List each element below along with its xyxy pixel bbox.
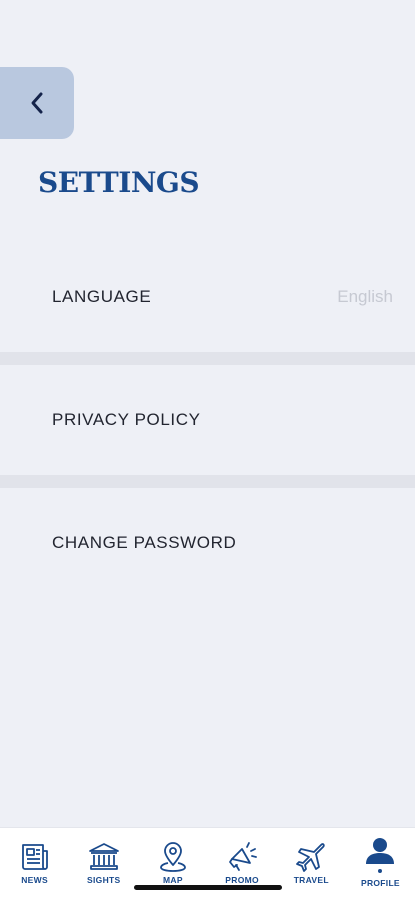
megaphone-icon xyxy=(225,840,259,874)
tab-promo[interactable]: PROMO xyxy=(208,828,277,901)
settings-item-label: LANGUAGE xyxy=(52,287,152,306)
tab-sights[interactable]: SIGHTS xyxy=(69,828,138,901)
tab-label: PROFILE xyxy=(360,878,400,888)
language-value: English xyxy=(337,287,393,306)
tab-label: PROMO xyxy=(225,875,259,885)
tab-map[interactable]: MAP xyxy=(138,828,207,901)
home-indicator xyxy=(134,885,282,890)
map-pin-icon xyxy=(156,840,190,874)
divider xyxy=(0,352,415,365)
user-icon xyxy=(363,838,397,874)
settings-item-language[interactable]: LANGUAGE English xyxy=(0,242,415,352)
page-title: SETTINGS xyxy=(38,166,200,199)
tab-travel[interactable]: TRAVEL xyxy=(277,828,346,901)
settings-item-change-password[interactable]: CHANGE PASSWORD xyxy=(0,488,415,598)
newspaper-icon xyxy=(18,840,52,874)
tab-label: MAP xyxy=(163,875,183,885)
settings-item-privacy-policy[interactable]: PRIVACY POLICY xyxy=(0,365,415,475)
settings-item-label: CHANGE PASSWORD xyxy=(52,533,237,552)
chevron-left-icon xyxy=(29,91,45,115)
tab-news[interactable]: NEWS xyxy=(0,828,69,901)
tab-label: SIGHTS xyxy=(87,875,121,885)
tab-label: NEWS xyxy=(21,875,48,885)
landmark-icon xyxy=(87,840,121,874)
settings-item-label: PRIVACY POLICY xyxy=(52,410,201,429)
tab-label: TRAVEL xyxy=(293,875,329,885)
settings-list: LANGUAGE English PRIVACY POLICY CHANGE P… xyxy=(0,242,415,598)
divider xyxy=(0,475,415,488)
back-button[interactable] xyxy=(0,67,74,139)
tab-profile[interactable]: PROFILE xyxy=(346,828,415,901)
airplane-icon xyxy=(294,840,328,874)
